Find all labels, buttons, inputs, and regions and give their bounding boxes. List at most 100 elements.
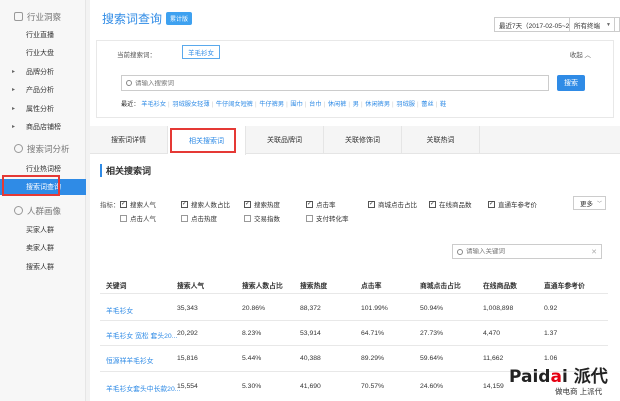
keyword-filter-input[interactable] [466,248,586,255]
people-icon [14,206,23,215]
search-field[interactable] [121,75,549,91]
recent-term[interactable]: 牛仔裤男 [259,101,284,108]
table-cell: 15,554 [177,383,198,390]
metric-label: 交易指数 [254,216,280,223]
table-cell: 15,816 [177,355,198,362]
recent-searches: 最近： 羊毛衫女 | 羽绒服女轻薄 | 牛仔阔女短裤 | 牛仔裤男 | 围巾 | 台巾 | … [121,101,447,108]
table-cell: 11,662 [483,355,504,362]
tab-modifier-terms[interactable]: 关联修饰词 [324,126,402,154]
metric-checkbox[interactable]: 支付转化率 [306,213,349,223]
column-header[interactable]: 点击率 [361,280,381,290]
chevron-right-icon: ▸ [12,124,16,130]
metric-label: 点击人气 [130,216,156,223]
sidebar-section-search-analysis: 搜索词分析 [0,140,86,157]
sidebar-item-seller-audience[interactable]: 卖家人群 [0,240,86,256]
section-title: 相关搜索词 [100,164,151,177]
sidebar-item-industry-live[interactable]: 行业直播 [0,27,86,43]
recent-term[interactable]: 鞋 [440,101,446,108]
sidebar-item-label: 卖家人群 [26,245,54,252]
search-input[interactable] [135,79,515,87]
sidebar-section-audience: 人群画像 [0,202,86,219]
recent-term[interactable]: 羽绒服女轻薄 [172,101,209,108]
sidebar-item-search-audience[interactable]: 搜索人群 [0,259,86,275]
paidai-watermark-logo: Paidai 派代 做电商 上派代 [505,362,620,401]
metrics-label: 指标： [100,202,120,209]
chevron-right-icon: ▸ [12,106,16,112]
sidebar-item-industry-market[interactable]: 行业大盘 [0,45,86,61]
tab-related-terms[interactable]: 相关搜索词 [168,126,246,155]
metric-checkbox[interactable]: 点击人气 [120,213,156,223]
recent-term[interactable]: 围巾 [290,101,302,108]
column-header[interactable]: 关键词 [106,280,126,290]
version-badge: 累计版 [166,11,193,25]
sidebar-item-brand-analysis[interactable]: ▸ 品牌分析 [0,64,86,80]
keyword-filter[interactable]: ✕ [452,244,602,259]
recent-term[interactable]: 台巾 [309,101,321,108]
sidebar-item-hot-words[interactable]: 行业热词榜 [0,161,86,177]
sidebar-item-buyer-audience[interactable]: 买家人群 [0,222,86,238]
page-title: 搜索词查询 [102,11,163,26]
recent-term[interactable]: 牛仔阔女短裤 [216,101,253,108]
search-button[interactable]: 搜索 [557,75,585,91]
current-term-label: 当前搜索词： [117,52,156,59]
metric-label: 点击率 [316,202,336,209]
column-header[interactable]: 在线商品数 [483,280,517,290]
column-header[interactable]: 商城点击占比 [420,280,461,290]
sidebar-section-industry: 行业洞察 [0,8,86,25]
sidebar-item-product-analysis[interactable]: ▸ 产品分析 [0,82,86,98]
column-header[interactable]: 搜索人数占比 [242,280,283,290]
sidebar-item-search-query[interactable]: 搜索词查询 [0,179,86,195]
table-cell-keyword[interactable]: 羊毛衫女 [106,305,133,315]
recent-term[interactable]: 休闲裤男 [365,101,390,108]
metric-checkbox[interactable]: ✓ 搜索人数占比 [181,199,230,209]
recent-term[interactable]: 休闲裤 [328,101,347,108]
collapse-toggle[interactable]: 收起 ︿ [570,49,591,59]
metric-checkbox[interactable]: 交易指数 [244,213,280,223]
sidebar-item-attribute-analysis[interactable]: ▸ 属性分析 [0,101,86,117]
sidebar-item-label: 行业大盘 [26,50,54,57]
column-header[interactable]: 直通车参考价 [544,280,585,290]
metric-checkbox[interactable]: ✓ 点击率 [306,199,336,209]
search-panel: 当前搜索词： 羊毛衫女 收起 ︿ 搜索 最近： 羊毛衫女| 羽绒服女轻薄| 牛仔… [96,40,614,118]
checkbox-checked-icon: ✓ [429,200,436,208]
table-cell-keyword[interactable]: 恒源祥羊毛衫女 [106,355,154,365]
table-cell-keyword[interactable]: 羊毛衫女套头中长款20... [106,383,180,393]
tab-bar: 搜索词详情 相关搜索词 关联品牌词 关联修饰词 关联热词 [90,126,620,155]
recent-term[interactable]: 羊毛衫女 [141,101,166,108]
table-cell: 40,388 [300,355,321,362]
metric-checkbox[interactable]: ✓ 商城点击占比 [368,199,417,209]
column-header[interactable]: 搜索人气 [177,280,204,290]
table-cell: 64.71% [361,330,385,337]
table-cell-keyword[interactable]: 羊毛衫女 宽松 套头20... [106,330,177,340]
metric-checkbox[interactable]: 点击热度 [181,213,217,223]
current-term-chip[interactable]: 羊毛衫女 [182,45,220,59]
table-cell: 4,470 [483,330,501,337]
clear-icon[interactable]: ✕ [591,248,597,256]
sidebar-item-label: 商品店铺榜 [26,124,61,131]
table-cell: 24.60% [420,383,444,390]
column-header[interactable]: 搜索热度 [300,280,327,290]
recent-term[interactable]: 羽绒服 [396,101,415,108]
chevron-right-icon: ▸ [12,87,16,93]
tab-brand-terms[interactable]: 关联品牌词 [246,126,324,154]
search-icon [126,80,132,86]
main-content: 搜索词查询 累计版 最近7天（2017-02-05~2017-02-11） ▼ … [90,0,620,401]
tab-term-detail[interactable]: 搜索词详情 [90,126,168,154]
terminal-select[interactable]: 所有终端 ▼ [569,17,615,32]
checkbox-checked-icon: ✓ [306,200,313,208]
search-icon [14,144,23,153]
sidebar-item-shop-ranking[interactable]: ▸ 商品店铺榜 [0,119,86,135]
metric-checkbox[interactable]: ✓ 搜索人气 [120,199,156,209]
sidebar-item-label: 属性分析 [26,106,54,113]
metric-checkbox[interactable]: ✓ 直通车参考价 [488,199,537,209]
more-metrics-button[interactable]: 更多 ﹀ [573,196,606,210]
recent-term[interactable]: 男 [353,101,359,108]
metric-checkbox[interactable]: ✓ 在线商品数 [429,199,472,209]
checkbox-checked-icon: ✓ [368,200,375,208]
tab-hot-terms[interactable]: 关联热词 [402,126,480,154]
recent-term[interactable]: 蕾丝 [421,101,433,108]
metric-checkbox[interactable]: ✓ 搜索热度 [244,199,280,209]
chevron-right-icon: ▸ [12,69,16,75]
table-cell: 27.73% [420,330,444,337]
sidebar-section-title: 人群画像 [27,205,62,216]
